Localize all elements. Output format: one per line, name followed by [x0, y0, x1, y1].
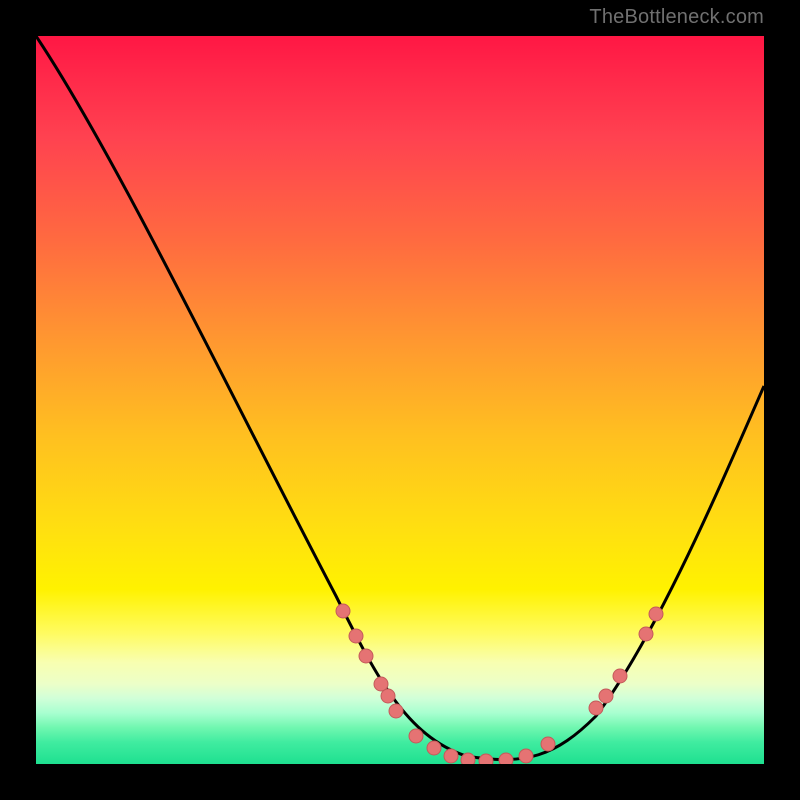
data-point: [499, 753, 513, 764]
data-points-group: [336, 604, 663, 764]
data-point: [589, 701, 603, 715]
chart-frame: TheBottleneck.com: [0, 0, 800, 800]
data-point: [613, 669, 627, 683]
chart-svg: [36, 36, 764, 764]
data-point: [349, 629, 363, 643]
data-point: [519, 749, 533, 763]
data-point: [461, 753, 475, 764]
data-point: [599, 689, 613, 703]
bottleneck-curve: [36, 36, 764, 760]
data-point: [479, 754, 493, 764]
data-point: [409, 729, 423, 743]
data-point: [639, 627, 653, 641]
data-point: [649, 607, 663, 621]
data-point: [359, 649, 373, 663]
watermark-text: TheBottleneck.com: [589, 6, 764, 29]
plot-area: [36, 36, 764, 764]
data-point: [427, 741, 441, 755]
data-point: [444, 749, 458, 763]
data-point: [336, 604, 350, 618]
data-point: [389, 704, 403, 718]
data-point: [381, 689, 395, 703]
data-point: [541, 737, 555, 751]
